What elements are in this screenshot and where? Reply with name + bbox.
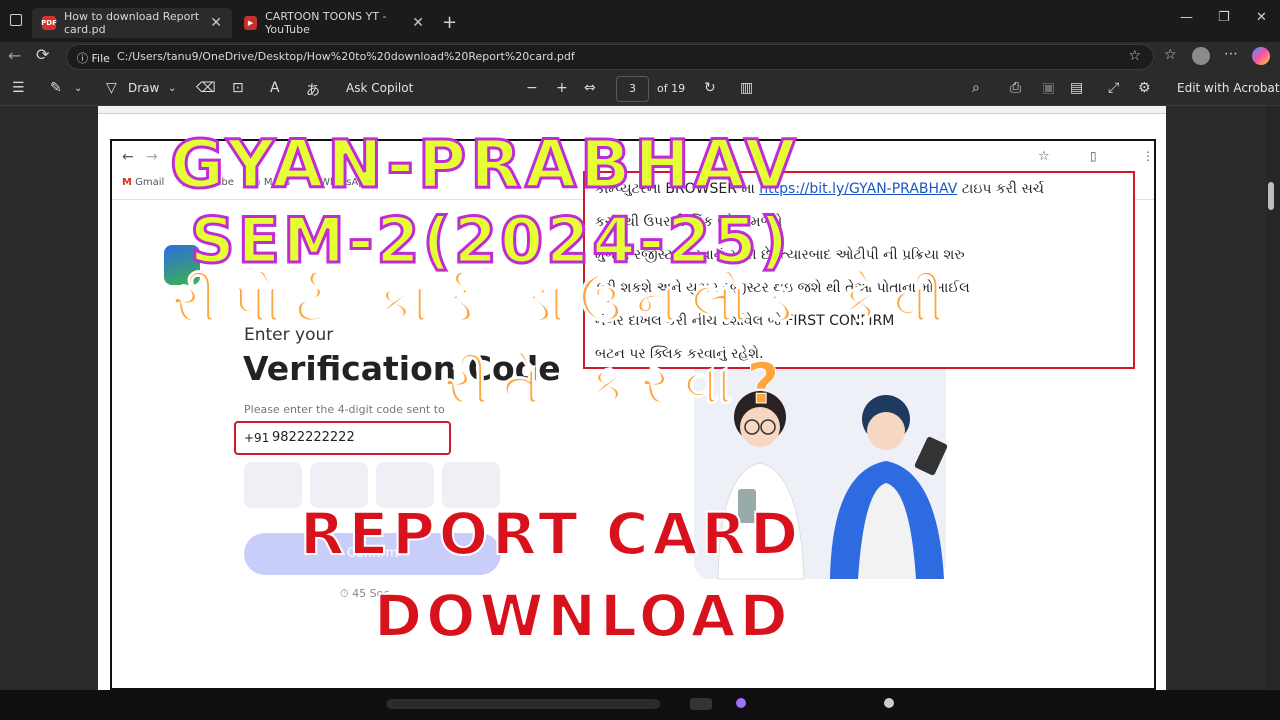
tab-pdf[interactable]: PDF How to download Report card.pd ✕ — [32, 8, 232, 38]
eraser-icon[interactable]: ⌫ — [196, 80, 216, 96]
search-icon[interactable]: ⌕ — [972, 80, 980, 96]
page-view-icon[interactable]: ▥ — [740, 80, 753, 96]
back-icon: ← — [122, 149, 134, 165]
title-report-card: REPORT CARD — [299, 499, 803, 569]
pdf-toolbar: ☰ ✎ ⌄ ▽ Draw ⌄ ⌫ ⊡ A あ Ask Copilot − + ⇔… — [0, 72, 1280, 106]
taskbar-app[interactable] — [690, 698, 712, 710]
ask-copilot-button[interactable]: Ask Copilot — [346, 81, 413, 95]
zoom-out-icon[interactable]: − — [526, 80, 538, 96]
close-icon[interactable]: ✕ — [210, 15, 222, 31]
phone-number: 9822222222 — [272, 430, 355, 445]
window-close-icon[interactable]: ✕ — [1256, 10, 1267, 25]
print-icon[interactable]: ⎙ — [1010, 80, 1021, 96]
draw-icon[interactable]: ▽ — [106, 80, 117, 96]
scrollbar-thumb[interactable] — [1268, 182, 1274, 210]
chevron-down-icon[interactable]: ⌄ — [168, 83, 176, 94]
page-separator — [98, 106, 1166, 114]
forward-icon: → — [146, 149, 158, 165]
title-download: DOWNLOAD — [373, 581, 792, 651]
title-gyan-prabhav: GYAN-PRABHAV — [168, 125, 800, 205]
country-code: +91 — [244, 431, 270, 445]
page-total: of 19 — [657, 82, 686, 95]
fit-page-icon[interactable]: ⇔ — [584, 80, 596, 96]
contents-icon[interactable]: ☰ — [12, 80, 25, 96]
taskbar-app[interactable] — [736, 698, 746, 708]
phone-field[interactable]: +91 9822222222 — [234, 421, 451, 455]
read-aloud-icon[interactable]: A — [270, 80, 280, 96]
sidebar-icon: ▯ — [1090, 149, 1097, 163]
taskbar — [0, 690, 1280, 720]
more-icon[interactable]: ⋯ — [1224, 46, 1238, 62]
draw-button[interactable]: Draw — [128, 81, 159, 95]
address-row: ← ⟳ ⓘ File C:/Users/tanu9/OneDrive/Deskt… — [0, 42, 1280, 72]
tab-actions-icon[interactable] — [10, 14, 22, 26]
url-text: C:/Users/tanu9/OneDrive/Desktop/How%20to… — [117, 50, 575, 63]
close-icon[interactable]: ✕ — [412, 15, 424, 31]
tab-youtube[interactable]: ▶ CARTOON TOONS YT - YouTube ✕ — [234, 8, 434, 38]
tab-strip: PDF How to download Report card.pd ✕ ▶ C… — [0, 0, 1280, 42]
file-label: ⓘ File — [77, 52, 110, 65]
translate-icon[interactable]: あ — [306, 80, 320, 100]
title-gujarati-1: રીપોર્ટ કાર્ડ ડાઉનલોડ કેવી — [171, 270, 959, 336]
taskbar-search[interactable] — [386, 699, 660, 709]
favorite-star-icon[interactable]: ☆ — [1128, 48, 1141, 64]
maximize-icon[interactable]: ❐ — [1218, 10, 1230, 25]
address-bar[interactable]: ⓘ File C:/Users/tanu9/OneDrive/Desktop/H… — [66, 44, 1154, 70]
rotate-icon[interactable]: ↻ — [704, 80, 716, 96]
chevron-down-icon[interactable]: ⌄ — [74, 83, 82, 94]
youtube-icon: ▶ — [244, 16, 258, 30]
page-number-input[interactable]: 3 — [616, 76, 649, 102]
copilot-icon[interactable] — [1252, 47, 1270, 65]
settings-gear-icon[interactable]: ⚙ — [1138, 80, 1151, 96]
text-box-icon[interactable]: ⊡ — [232, 80, 244, 96]
edit-with-acrobat-button[interactable]: Edit with Acrobat — [1177, 81, 1280, 95]
new-tab-icon[interactable]: + — [442, 12, 457, 33]
instruction-text: Please enter the 4-digit code sent to — [244, 403, 445, 416]
zoom-in-icon[interactable]: + — [556, 80, 568, 96]
tab-title: How to download Report card.pd — [64, 10, 200, 36]
taskbar-app[interactable] — [884, 698, 894, 708]
otp-digit-1[interactable] — [244, 462, 302, 508]
pdf-icon: PDF — [41, 16, 57, 30]
avatar[interactable] — [1192, 47, 1210, 65]
reload-icon[interactable]: ⟳ — [36, 45, 49, 64]
fullscreen-icon[interactable]: ⤢ — [1108, 80, 1119, 96]
title-semester: SEM-2(2024-25) — [189, 203, 791, 279]
star-icon: ☆ — [1038, 149, 1050, 164]
tab-title: CARTOON TOONS YT - YouTube — [265, 10, 387, 36]
save-icon[interactable]: ▣ — [1042, 80, 1055, 96]
bookmark-gmail: M Gmail — [122, 177, 165, 188]
title-gujarati-2: રીતે કરવા? — [443, 352, 794, 418]
back-icon[interactable]: ← — [8, 46, 21, 65]
save-as-icon[interactable]: ▤ — [1070, 80, 1083, 96]
menu-icon: ⋮ — [1142, 149, 1154, 163]
highlight-icon[interactable]: ✎ — [50, 80, 62, 96]
favorites-icon[interactable]: ☆ — [1164, 47, 1177, 63]
minimize-icon[interactable]: — — [1180, 10, 1193, 25]
